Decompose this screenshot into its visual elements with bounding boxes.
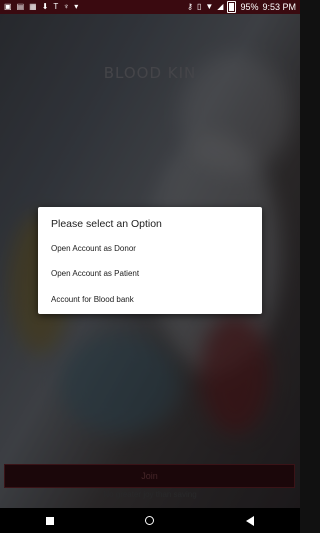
download-icon: ⬇: [41, 2, 49, 11]
option-donor[interactable]: Open Account as Donor: [51, 244, 136, 253]
key-icon: ⚷: [187, 2, 193, 11]
signal-bars-icon: ◢: [217, 2, 224, 11]
option-patient[interactable]: Open Account as Patient: [51, 269, 139, 278]
notification-icon: ▣: [4, 2, 12, 11]
wifi-icon: ▼: [205, 2, 214, 11]
message-icon: ▤: [16, 2, 25, 11]
home-button[interactable]: [145, 516, 155, 525]
battery-icon: [227, 1, 237, 13]
status-bar: ▣ ▤ ▦ ⬇ T ♆ ▾ ⚷ ▯ ▼ ◢ 95% 9:53 PM: [0, 0, 300, 14]
navigation-bar: [0, 508, 300, 533]
battery-level: 95%: [240, 2, 259, 12]
photo-icon: ▦: [29, 2, 37, 11]
t-icon: T: [53, 2, 59, 11]
option-blood-bank[interactable]: Account for Blood bank: [51, 295, 134, 304]
vibrate-icon: ▯: [196, 2, 202, 11]
clock: 9:53 PM: [262, 2, 296, 12]
option-dialog: Please select an Option Open Account as …: [38, 207, 262, 314]
pin-icon: ♆: [63, 2, 70, 11]
recent-apps-button[interactable]: [45, 516, 54, 525]
back-button[interactable]: [246, 515, 255, 526]
signal-icon: ▾: [74, 2, 79, 11]
dialog-title: Please select an Option: [51, 218, 162, 230]
